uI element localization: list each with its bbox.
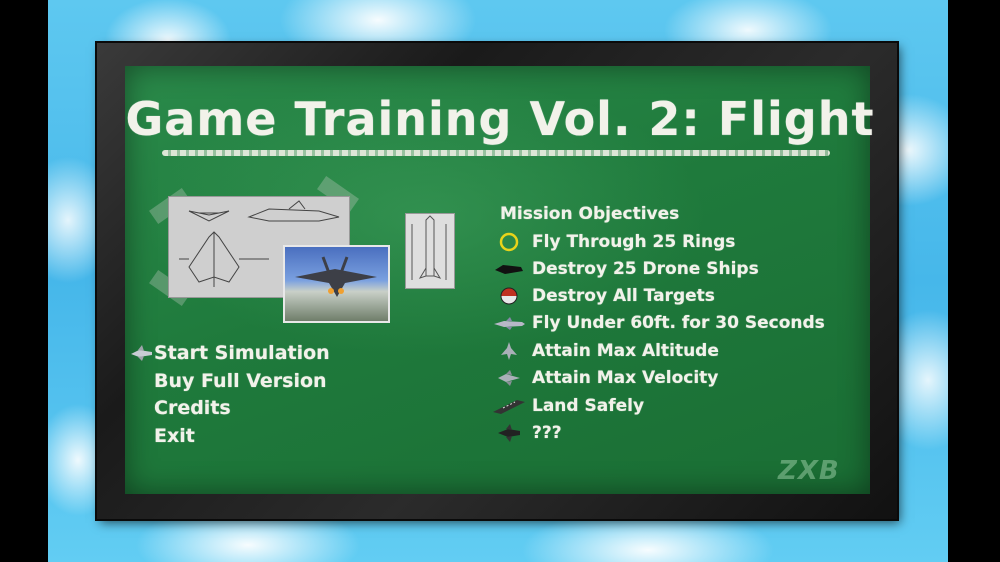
- objective-item: Destroy All Targets: [490, 284, 715, 308]
- menu-label: Credits: [154, 397, 231, 419]
- menu-buy-full-version[interactable]: Buy Full Version: [130, 368, 327, 394]
- objective-label: Fly Through 25 Rings: [532, 232, 736, 252]
- menu-label: Start Simulation: [154, 342, 330, 364]
- menu-start-simulation[interactable]: Start Simulation: [130, 340, 330, 366]
- menu-credits[interactable]: Credits: [130, 395, 231, 421]
- objective-item: ???: [490, 421, 562, 445]
- objective-label: ???: [532, 423, 562, 443]
- altitude-jet-icon: [490, 341, 528, 361]
- objectives-header: Mission Objectives: [500, 204, 680, 224]
- jet-photo-image: [283, 245, 390, 323]
- menu-label: Buy Full Version: [154, 370, 327, 392]
- menu-exit[interactable]: Exit: [130, 423, 195, 449]
- target-ball-icon: [490, 286, 528, 306]
- unknown-jet-icon: [490, 423, 528, 443]
- title-underline: [162, 150, 830, 156]
- objective-item: Attain Max Velocity: [490, 366, 718, 390]
- jet-cursor-icon: [130, 343, 154, 363]
- runway-icon: [490, 396, 528, 416]
- objective-label: Destroy 25 Drone Ships: [532, 259, 759, 279]
- game-title: Game Training Vol. 2: Flight: [125, 92, 875, 146]
- objective-item: Fly Through 25 Rings: [490, 230, 735, 254]
- objective-item: Attain Max Altitude: [490, 339, 719, 363]
- objective-label: Fly Under 60ft. for 30 Seconds: [532, 313, 825, 333]
- objective-item: Destroy 25 Drone Ships: [490, 257, 759, 281]
- drone-ship-icon: [490, 259, 528, 279]
- low-jet-icon: [490, 313, 528, 333]
- objective-item: Land Safely: [490, 394, 644, 418]
- objective-label: Attain Max Velocity: [532, 368, 719, 388]
- studio-logo: ZXB: [778, 456, 840, 486]
- rocket-schematic-image: [405, 213, 455, 289]
- velocity-jet-icon: [490, 368, 528, 388]
- objective-item: Fly Under 60ft. for 30 Seconds: [490, 311, 825, 335]
- objective-label: Land Safely: [532, 396, 645, 416]
- menu-label: Exit: [154, 425, 195, 447]
- ring-icon: [490, 232, 528, 252]
- objective-label: Destroy All Targets: [532, 286, 715, 306]
- objective-label: Attain Max Altitude: [532, 341, 719, 361]
